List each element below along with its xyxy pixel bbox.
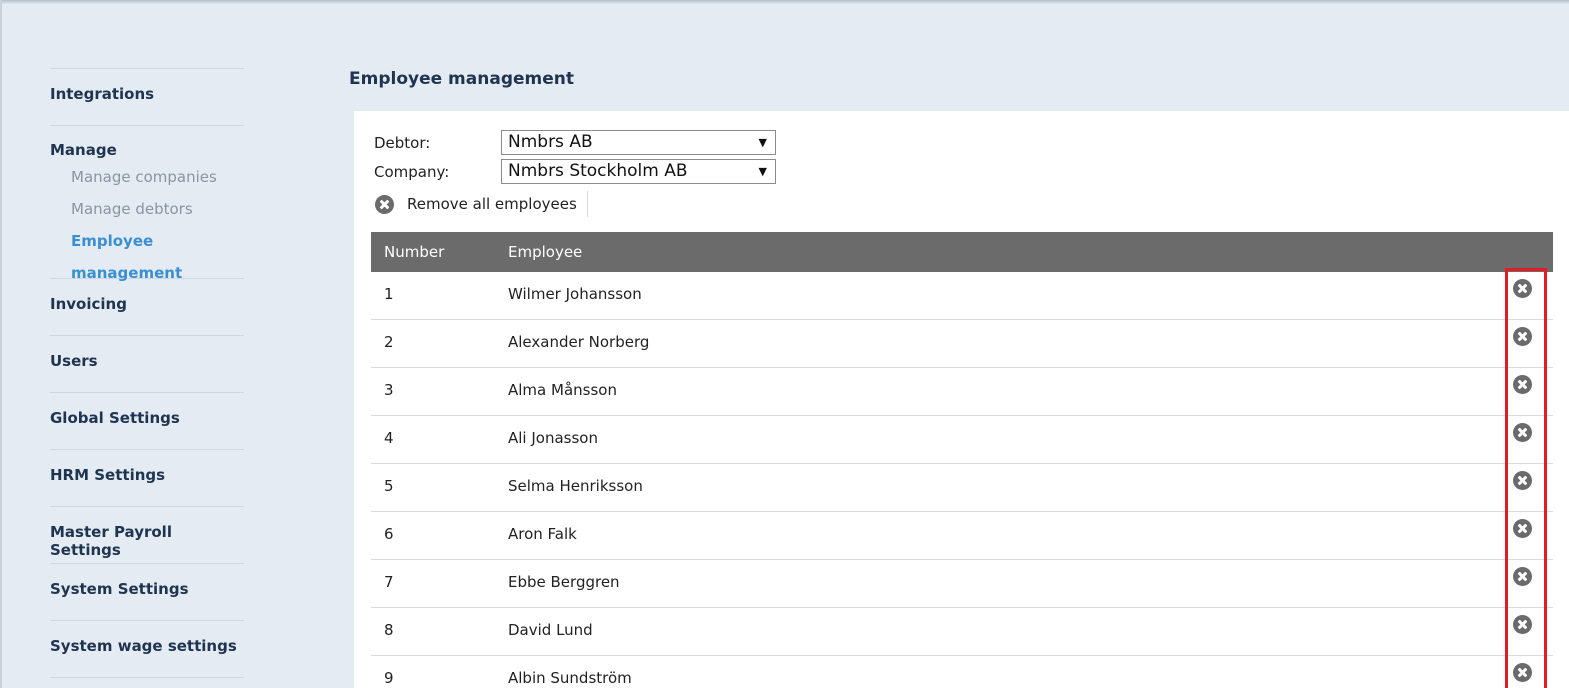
table-row: 1 Wilmer Johansson xyxy=(371,272,1553,320)
cell-employee: Ali Jonasson xyxy=(508,429,598,447)
cell-employee: David Lund xyxy=(508,621,593,639)
company-select-value: Nmbrs Stockholm AB xyxy=(508,161,688,181)
table-body: 1 Wilmer Johansson 2 Alexander Norberg 3 Alma… xyxy=(371,272,1553,688)
dropdown-arrow-icon: ▼ xyxy=(758,165,767,178)
cell-number: 7 xyxy=(384,573,394,591)
nav-divider xyxy=(50,677,244,678)
sidebar-subitem-employee-management[interactable]: Employee management xyxy=(71,225,244,282)
cell-employee: Aron Falk xyxy=(508,525,577,543)
remove-all-employees-button[interactable]: Remove all employees xyxy=(375,191,588,217)
sidebar-item-users[interactable]: Users xyxy=(50,336,244,370)
company-label: Company: xyxy=(374,162,450,181)
sidebar-subitem-manage-debtors[interactable]: Manage debtors xyxy=(71,193,244,225)
cell-number: 6 xyxy=(384,525,394,543)
remove-all-employees-label: Remove all employees xyxy=(407,195,577,213)
column-header-number: Number xyxy=(384,243,445,261)
nav-group-manage: Manage Manage companies Manage debtors E… xyxy=(50,125,244,282)
sidebar-item-manage[interactable]: Manage xyxy=(50,126,244,159)
cell-employee: Alma Månsson xyxy=(508,381,617,399)
cell-employee: Wilmer Johansson xyxy=(508,285,642,303)
nav-group-master-payroll-settings: Master Payroll Settings xyxy=(50,506,244,563)
cell-number: 9 xyxy=(384,669,394,687)
nav-group-global-settings: Global Settings xyxy=(50,392,244,449)
sidebar-item-master-payroll-settings[interactable]: Master Payroll Settings xyxy=(50,507,244,559)
nav-group-hrm-settings: HRM Settings xyxy=(50,449,244,506)
nav-group-users: Users xyxy=(50,335,244,392)
table-row: 8 David Lund xyxy=(371,608,1553,656)
employees-table: Number Employee 1 Wilmer Johansson 2 Alexan… xyxy=(371,232,1553,688)
dropdown-arrow-icon: ▼ xyxy=(758,136,767,149)
cell-number: 3 xyxy=(384,381,394,399)
nav-group-integrations: Integrations xyxy=(50,68,244,125)
table-row: 2 Alexander Norberg xyxy=(371,320,1553,368)
cell-employee: Albin Sundström xyxy=(508,669,632,687)
close-circle-icon xyxy=(375,194,394,214)
debtor-label: Debtor: xyxy=(374,133,431,152)
table-header: Number Employee xyxy=(371,232,1553,272)
remove-employee-button[interactable] xyxy=(1513,327,1532,346)
sidebar-item-system-settings[interactable]: System Settings xyxy=(50,564,244,598)
debtor-select-value: Nmbrs AB xyxy=(508,132,593,152)
employee-panel: Debtor: Nmbrs AB ▼ Company: Nmbrs Stockh… xyxy=(354,111,1569,688)
cell-number: 4 xyxy=(384,429,394,447)
sidebar-subitem-manage-companies[interactable]: Manage companies xyxy=(71,161,244,193)
cell-employee: Ebbe Berggren xyxy=(508,573,620,591)
debtor-row: Debtor: Nmbrs AB ▼ xyxy=(374,130,776,155)
sidebar-item-global-settings[interactable]: Global Settings xyxy=(50,393,244,427)
cell-number: 2 xyxy=(384,333,394,351)
column-header-employee: Employee xyxy=(508,243,583,261)
sidebar-item-integrations[interactable]: Integrations xyxy=(50,69,244,103)
sidebar-item-hrm-settings[interactable]: HRM Settings xyxy=(50,450,244,484)
manage-submenu: Manage companies Manage debtors Employee… xyxy=(50,161,244,282)
table-row: 7 Ebbe Berggren xyxy=(371,560,1553,608)
remove-employee-button[interactable] xyxy=(1513,615,1532,634)
table-row: 6 Aron Falk xyxy=(371,512,1553,560)
company-select[interactable]: Nmbrs Stockholm AB ▼ xyxy=(501,159,776,184)
remove-employee-button[interactable] xyxy=(1513,375,1532,394)
sidebar: Integrations Manage Manage companies Man… xyxy=(50,68,244,678)
table-row: 9 Albin Sundström xyxy=(371,656,1553,688)
cell-employee: Alexander Norberg xyxy=(508,333,650,351)
table-row: 5 Selma Henriksson xyxy=(371,464,1553,512)
remove-employee-button[interactable] xyxy=(1513,423,1532,442)
remove-employee-button[interactable] xyxy=(1513,663,1532,682)
cell-employee: Selma Henriksson xyxy=(508,477,643,495)
table-row: 4 Ali Jonasson xyxy=(371,416,1553,464)
remove-employee-button[interactable] xyxy=(1513,519,1532,538)
nav-group-system-wage-settings: System wage settings xyxy=(50,620,244,677)
cell-number: 5 xyxy=(384,477,394,495)
nav-group-system-settings: System Settings xyxy=(50,563,244,620)
cell-number: 1 xyxy=(384,285,394,303)
page-title: Employee management xyxy=(349,69,574,89)
cell-number: 8 xyxy=(384,621,394,639)
left-edge xyxy=(0,0,2,688)
company-row: Company: Nmbrs Stockholm AB ▼ xyxy=(374,159,776,184)
sidebar-item-system-wage-settings[interactable]: System wage settings xyxy=(50,621,244,655)
remove-employee-button[interactable] xyxy=(1513,279,1532,298)
table-row: 3 Alma Månsson xyxy=(371,368,1553,416)
remove-employee-button[interactable] xyxy=(1513,471,1532,490)
debtor-select[interactable]: Nmbrs AB ▼ xyxy=(501,130,776,155)
remove-employee-button[interactable] xyxy=(1513,567,1532,586)
top-shadow xyxy=(0,0,1569,4)
